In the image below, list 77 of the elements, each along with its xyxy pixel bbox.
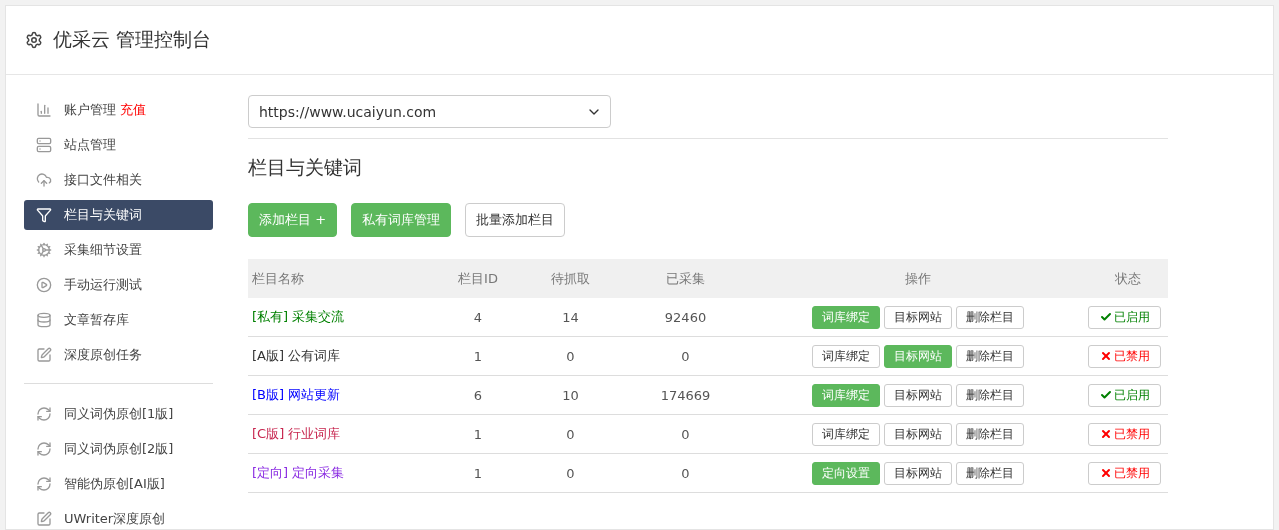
- operation-button[interactable]: 删除栏目: [956, 383, 1024, 407]
- sidebar-item[interactable]: 手动运行测试: [24, 270, 213, 300]
- filter-icon: [36, 207, 52, 223]
- refresh-icon: [36, 476, 52, 492]
- play-icon: [36, 277, 52, 293]
- table-cell-text: 1: [472, 426, 484, 442]
- status-button[interactable]: 已禁用: [1088, 422, 1161, 446]
- sidebar-item[interactable]: UWriter深度原创: [24, 504, 213, 530]
- column-header: 栏目ID: [457, 269, 499, 288]
- status-button[interactable]: 已禁用: [1088, 344, 1161, 368]
- table-cell-text: 14: [561, 309, 580, 325]
- status-button[interactable]: 已禁用: [1088, 461, 1161, 485]
- column-name[interactable]: [B版] 网站更新: [248, 386, 438, 404]
- operation-button[interactable]: 删除栏目: [956, 461, 1024, 485]
- operation-button[interactable]: 目标网站: [884, 305, 952, 329]
- cloud-upload-icon: [36, 172, 52, 188]
- recharge-label: 充值: [120, 101, 146, 119]
- sidebar-item[interactable]: 账户管理 充值: [24, 95, 213, 125]
- column-header: 已采集: [665, 269, 706, 288]
- close-icon: [1099, 428, 1112, 440]
- sidebar-item[interactable]: 文章暂存库: [24, 305, 213, 335]
- check-icon: [1099, 311, 1112, 323]
- column-header: 操作: [904, 269, 932, 288]
- sidebar-item[interactable]: 深度原创任务: [24, 340, 213, 370]
- sidebar-item[interactable]: 同义词伪原创[2版]: [24, 434, 213, 464]
- sidebar-item[interactable]: 同义词伪原创[1版]: [24, 399, 213, 429]
- table-cell-text: 10: [561, 387, 580, 403]
- column-name[interactable]: [定向] 定向采集: [248, 464, 438, 482]
- column-name[interactable]: [私有] 采集交流: [248, 308, 438, 326]
- table-cell-text: 4: [472, 309, 484, 325]
- sidebar-item[interactable]: 栏目与关键词: [24, 200, 213, 230]
- table-cell-text: 0: [565, 426, 576, 442]
- operation-button[interactable]: 词库绑定: [812, 344, 880, 368]
- operation-button[interactable]: 目标网站: [884, 422, 952, 446]
- column-name[interactable]: [C版] 行业词库: [248, 425, 438, 443]
- table-cell-text: 92460: [663, 309, 708, 325]
- table-cell-text: 0: [565, 465, 576, 481]
- operation-button[interactable]: 目标网站: [884, 461, 952, 485]
- table-cell-text: 0: [565, 348, 576, 364]
- action-button[interactable]: 批量添加栏目: [465, 203, 566, 237]
- section-title: 栏目与关键词: [248, 155, 363, 180]
- sidebar-item[interactable]: 站点管理: [24, 130, 213, 160]
- edit-icon: [36, 511, 52, 527]
- app-title: 优采云 管理控制台: [53, 27, 212, 52]
- status-button[interactable]: 已启用: [1088, 383, 1161, 407]
- operation-button[interactable]: 目标网站: [884, 383, 952, 407]
- operation-button[interactable]: 删除栏目: [956, 305, 1024, 329]
- operation-button[interactable]: 删除栏目: [956, 344, 1024, 368]
- refresh-icon: [36, 441, 52, 457]
- close-icon: [1099, 467, 1112, 479]
- sidebar-item[interactable]: 采集细节设置: [24, 235, 213, 265]
- column-header: 栏目名称: [251, 269, 305, 288]
- bar-chart-icon: [36, 102, 52, 118]
- table-cell-text: 0: [680, 426, 691, 442]
- check-icon: [1099, 389, 1112, 401]
- column-name[interactable]: [A版] 公有词库: [248, 347, 438, 365]
- table-cell-text: 6: [472, 387, 484, 403]
- table-cell-text: 1: [472, 465, 484, 481]
- table-cell-text: 0: [680, 465, 691, 481]
- table-cell-text: 0: [680, 348, 691, 364]
- edit-icon: [36, 347, 52, 363]
- database-icon: [36, 312, 52, 328]
- sidebar-item[interactable]: 智能伪原创[AI版]: [24, 469, 213, 499]
- table-cell-text: 174669: [659, 387, 712, 403]
- operation-button[interactable]: 删除栏目: [956, 422, 1024, 446]
- server-icon: [36, 137, 52, 153]
- refresh-icon: [36, 406, 52, 422]
- close-icon: [1099, 350, 1112, 362]
- gear-icon: [36, 242, 52, 258]
- sidebar-item[interactable]: 接口文件相关: [24, 165, 213, 195]
- column-header: 待抓取: [550, 269, 591, 288]
- operation-button[interactable]: 词库绑定: [812, 422, 880, 446]
- column-header: 状态: [1114, 269, 1142, 288]
- table-cell-text: 1: [472, 348, 484, 364]
- site-select[interactable]: https://www.ucaiyun.com: [248, 95, 611, 128]
- settings-icon: [25, 31, 43, 49]
- status-button[interactable]: 已启用: [1088, 305, 1161, 329]
